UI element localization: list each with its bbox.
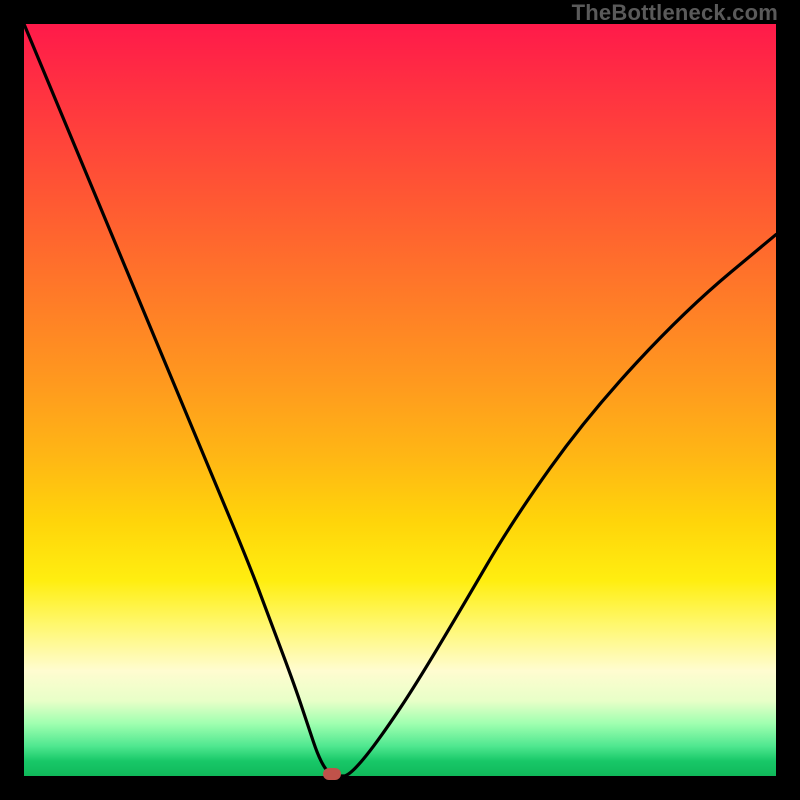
optimum-marker <box>323 768 341 780</box>
bottleneck-curve <box>24 24 776 776</box>
watermark-text: TheBottleneck.com <box>572 0 778 26</box>
chart-frame: TheBottleneck.com <box>0 0 800 800</box>
chart-plot-area <box>24 24 776 776</box>
